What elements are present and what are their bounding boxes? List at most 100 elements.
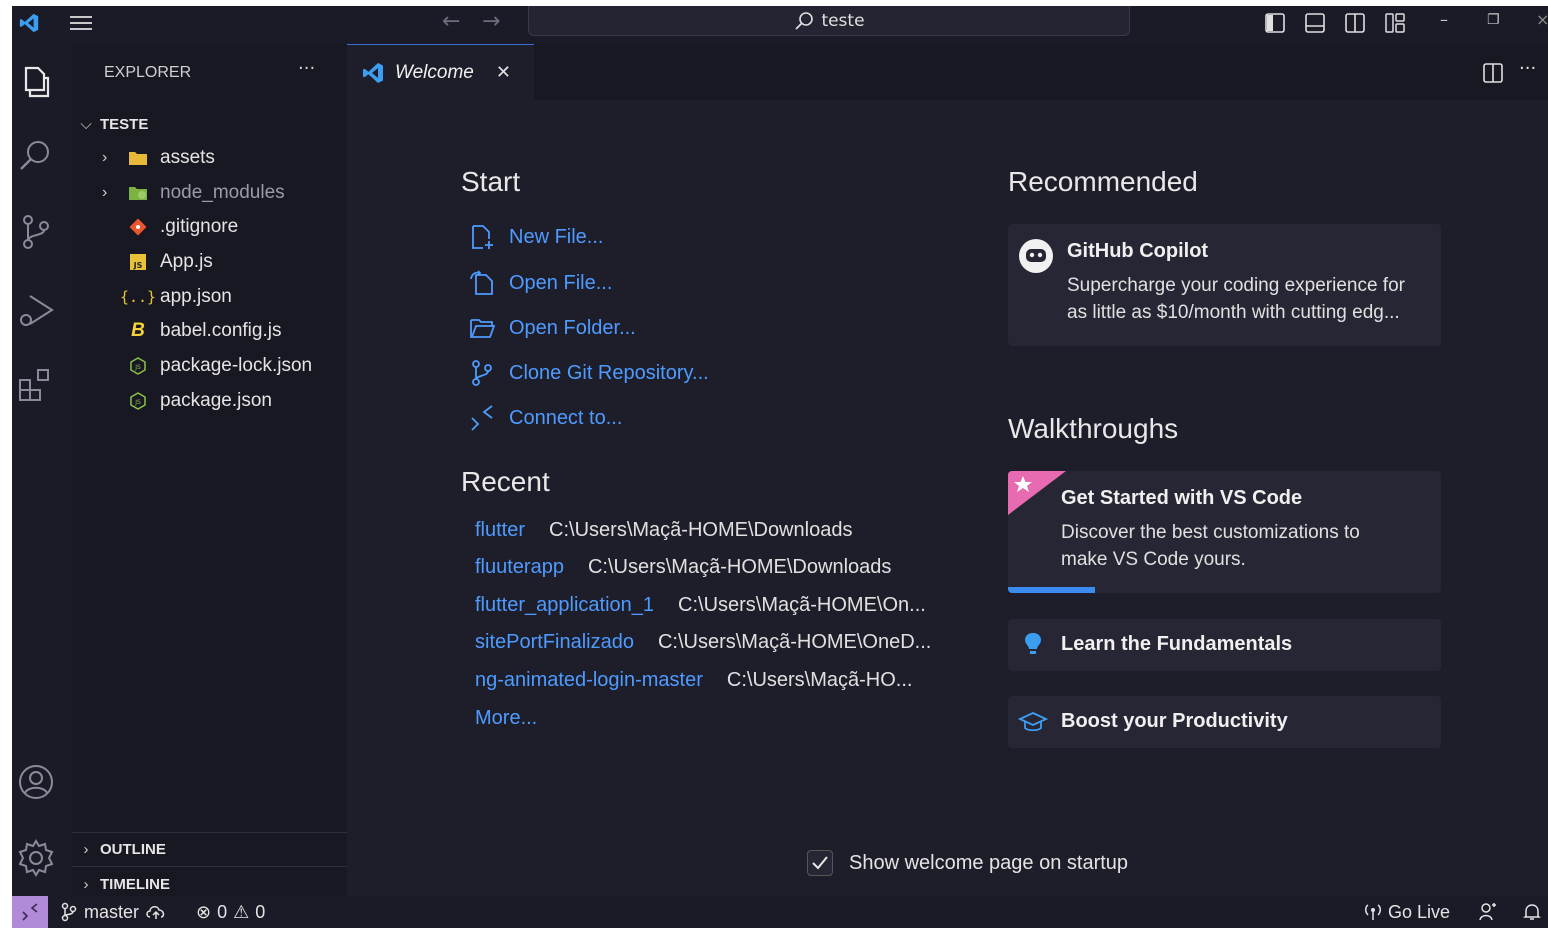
remote-icon — [467, 403, 497, 433]
tree-item-babel-config[interactable]: B babel.config.js — [72, 314, 347, 348]
outline-section[interactable]: › OUTLINE — [72, 832, 347, 866]
more-recent-link[interactable]: More... — [475, 703, 561, 733]
branch-indicator[interactable]: master — [60, 896, 167, 928]
get-started-progress-bar — [1008, 587, 1095, 593]
recent-item[interactable]: sitePortFinalizado C:\Users\Maçã-HOME\On… — [475, 627, 931, 657]
git-branch-icon — [61, 902, 77, 922]
git-icon — [127, 216, 149, 238]
customize-layout-icon[interactable] — [1384, 12, 1406, 34]
recent-item[interactable]: ng-animated-login-master C:\Users\Maçã-H… — [475, 665, 912, 695]
toggle-panel-icon[interactable] — [1304, 12, 1326, 34]
more-actions-icon[interactable]: ··· — [1519, 58, 1536, 79]
folder-section-teste[interactable]: ⌵ TESTE — [72, 107, 347, 141]
boost-productivity-card[interactable]: Boost your Productivity — [1008, 696, 1441, 748]
toggle-primary-sidebar-icon[interactable] — [1264, 12, 1286, 34]
hamburger-menu-icon[interactable] — [68, 12, 94, 34]
welcome-page: Start New File... Open File... Open Fold… — [347, 100, 1548, 896]
tab-label: Welcome — [395, 61, 474, 83]
explorer-sidebar: EXPLORER ··· ⌵ TESTE › assets › node_mod… — [72, 44, 347, 896]
folder-name: TESTE — [100, 115, 149, 133]
folder-node-icon — [127, 182, 149, 204]
folder-icon — [127, 147, 149, 169]
tree-item-label: package.json — [160, 390, 272, 411]
open-file-link[interactable]: Open File... — [467, 266, 612, 300]
restore-icon[interactable]: ❐ — [1487, 12, 1500, 28]
tree-item-package-lock[interactable]: JS package-lock.json — [72, 349, 347, 383]
title-bar: ← → teste – ❐ × — [12, 6, 1548, 44]
open-folder-icon — [467, 313, 497, 343]
settings-gear-icon[interactable] — [16, 838, 56, 878]
babel-icon: B — [131, 320, 145, 341]
show-on-startup-checkbox[interactable] — [807, 850, 833, 876]
tree-item-gitignore[interactable]: .gitignore — [72, 210, 347, 244]
tree-item-label: .gitignore — [160, 216, 239, 237]
accounts-icon[interactable] — [16, 762, 56, 802]
recent-item[interactable]: flutter_application_1 C:\Users\Maçã-HOME… — [475, 590, 926, 620]
get-started-card[interactable]: Get Started with VS Code Discover the be… — [1008, 471, 1441, 593]
git-branch-icon — [467, 358, 497, 388]
mortarboard-icon — [1018, 712, 1048, 732]
remote-indicator[interactable] — [12, 896, 48, 928]
forward-arrow-icon[interactable]: → — [482, 9, 500, 34]
tree-item-label: app.json — [160, 286, 232, 307]
timeline-label: TIMELINE — [100, 875, 170, 893]
minimize-icon[interactable]: – — [1440, 10, 1448, 29]
recent-item[interactable]: flutter C:\Users\Maçã-HOME\Downloads — [475, 515, 852, 545]
notifications-bell-icon[interactable] — [1522, 902, 1542, 922]
remote-icon — [22, 903, 38, 921]
clone-repository-link[interactable]: Clone Git Repository... — [467, 356, 709, 390]
toggle-secondary-sidebar-icon[interactable] — [1344, 12, 1366, 34]
featured-star-icon — [1008, 471, 1066, 515]
open-folder-link[interactable]: Open Folder... — [467, 311, 636, 345]
connect-to-link[interactable]: Connect to... — [467, 401, 622, 435]
tree-item-assets[interactable]: › assets — [72, 141, 347, 175]
go-live-button[interactable]: Go Live — [1364, 896, 1450, 928]
more-actions-icon[interactable]: ··· — [298, 58, 315, 79]
command-center-search[interactable]: teste — [528, 6, 1130, 36]
extensions-icon[interactable] — [16, 366, 56, 406]
checkmark-icon — [812, 856, 828, 870]
svg-text:JS: JS — [134, 399, 141, 406]
go-live-label: Go Live — [1388, 901, 1451, 922]
copilot-desc-line1: Supercharge your coding experience for — [1067, 275, 1405, 296]
status-bar: master ⊗ 0 ⚠ 0 Go Live — [12, 896, 1548, 928]
accounts-feedback-icon[interactable] — [1478, 902, 1498, 922]
search-icon — [795, 11, 814, 30]
open-file-icon — [467, 268, 497, 298]
vscode-logo-icon — [19, 13, 39, 33]
close-tab-icon[interactable]: ✕ — [496, 62, 511, 83]
tree-item-label: node_modules — [160, 182, 285, 203]
warning-icon: ⚠ — [233, 901, 250, 922]
recent-heading: Recent — [461, 466, 550, 497]
explorer-icon[interactable] — [16, 62, 56, 102]
source-control-icon[interactable] — [16, 212, 56, 252]
tree-item-node-modules[interactable]: › node_modules — [72, 176, 347, 210]
split-editor-icon[interactable] — [1482, 62, 1504, 84]
copilot-card[interactable]: GitHub Copilot Supercharge your coding e… — [1008, 224, 1441, 346]
problems-indicator[interactable]: ⊗ 0 ⚠ 0 — [196, 896, 265, 928]
learn-fundamentals-card[interactable]: Learn the Fundamentals — [1008, 619, 1441, 671]
walkthroughs-heading: Walkthroughs — [1008, 413, 1179, 444]
broadcast-icon — [1365, 904, 1381, 920]
tree-item-package-json[interactable]: JS package.json — [72, 384, 347, 418]
tab-welcome[interactable]: Welcome ✕ — [347, 44, 534, 100]
run-debug-icon[interactable] — [16, 290, 56, 330]
tree-item-app-js[interactable]: JS App.js — [72, 245, 347, 279]
back-arrow-icon[interactable]: ← — [442, 9, 460, 34]
show-on-startup-label: Show welcome page on startup — [849, 851, 1129, 874]
recommended-heading: Recommended — [1008, 166, 1198, 197]
vscode-window: ← → teste – ❐ × EXPLORER ··· ⌵ TESTE › a… — [12, 6, 1548, 928]
tree-item-app-json[interactable]: {..} app.json — [72, 280, 347, 314]
recent-item[interactable]: fluuterapp C:\Users\Maçã-HOME\Downloads — [475, 552, 891, 582]
svg-text:JS: JS — [134, 364, 141, 371]
close-window-icon[interactable]: × — [1536, 10, 1548, 29]
new-file-link[interactable]: New File... — [467, 220, 603, 254]
get-started-title: Get Started with VS Code — [1061, 487, 1303, 509]
search-icon[interactable] — [16, 136, 56, 176]
node-json-icon: JS — [127, 355, 149, 377]
boost-productivity-title: Boost your Productivity — [1061, 710, 1288, 732]
start-heading: Start — [461, 166, 521, 197]
error-icon: ⊗ — [196, 901, 212, 922]
error-count: 0 — [217, 901, 228, 922]
learn-fundamentals-title: Learn the Fundamentals — [1061, 633, 1293, 655]
